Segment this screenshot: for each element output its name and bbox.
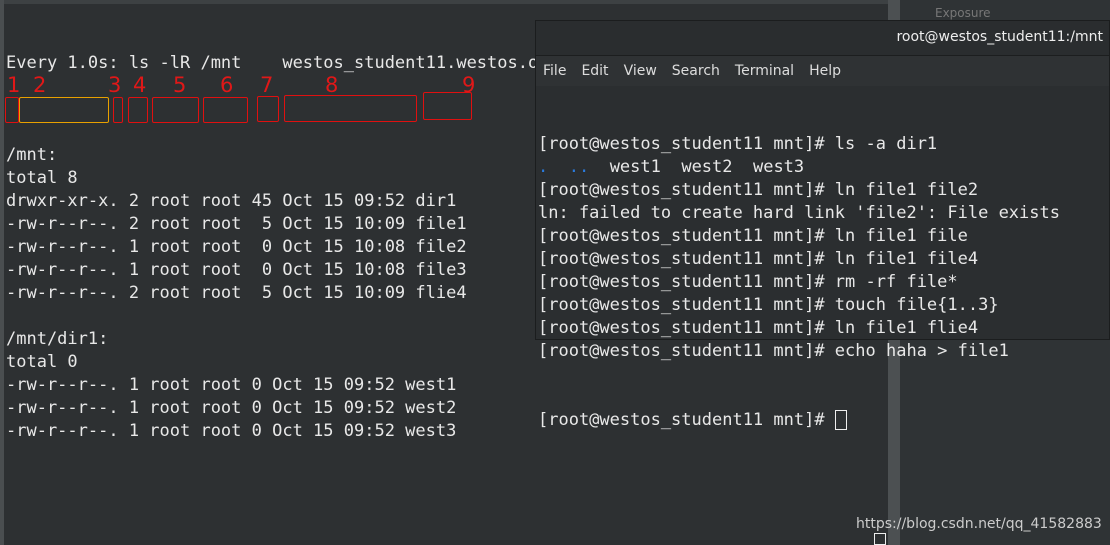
annotation-number: 7 xyxy=(260,73,274,97)
exposure-label: Exposure xyxy=(935,6,991,20)
annotation-number: 5 xyxy=(173,73,187,97)
annotation-number: 4 xyxy=(133,73,147,97)
terminal-line: [root@westos_student11 mnt]# echo haha >… xyxy=(538,341,1009,361)
annotation-number: 8 xyxy=(325,73,339,97)
file-entries: west1 west2 west3 xyxy=(589,157,805,177)
annotation-box-7 xyxy=(257,96,279,122)
annotation-box-5 xyxy=(152,97,199,123)
terminal-line: [root@westos_student11 mnt]# ls -a dir1 xyxy=(538,134,938,154)
terminal-window[interactable]: root@westos_student11:/mnt File Edit Vie… xyxy=(535,20,1110,430)
cursor-box xyxy=(874,533,886,545)
title-bar[interactable]: root@westos_student11:/mnt xyxy=(536,21,1109,56)
annotation-number: 6 xyxy=(220,73,234,97)
terminal-output[interactable]: [root@westos_student11 mnt]# ls -a dir1.… xyxy=(538,87,1060,478)
terminal-line: [root@westos_student11 mnt]# ln file1 fl… xyxy=(538,318,979,338)
terminal-line: [root@westos_student11 mnt]# ln file1 fi… xyxy=(538,180,979,200)
annotation-box-8 xyxy=(284,95,417,122)
terminal-line: [root@westos_student11 mnt]# ln file1 fi… xyxy=(538,249,979,269)
menu-edit[interactable]: Edit xyxy=(581,63,608,79)
dot-entry: . xyxy=(538,157,549,177)
menu-help[interactable]: Help xyxy=(809,63,841,79)
menu-search[interactable]: Search xyxy=(672,63,720,79)
cursor xyxy=(834,410,847,430)
prompt: [root@westos_student11 mnt]# xyxy=(538,410,835,430)
menu-bar: File Edit View Search Terminal Help xyxy=(536,56,1109,86)
annotation-number: 1 xyxy=(7,73,21,97)
annotation-number: 2 xyxy=(33,73,47,97)
menu-terminal[interactable]: Terminal xyxy=(735,63,794,79)
terminal-line: [root@westos_student11 mnt]# touch file{… xyxy=(538,295,999,315)
annotation-number: 3 xyxy=(108,73,122,97)
annotation-box-4 xyxy=(128,97,148,123)
ls-output: . .. west1 west2 west3 xyxy=(538,156,1060,179)
top-strip xyxy=(4,0,890,4)
dotdot-entry: .. xyxy=(568,157,590,177)
terminal-line: [root@westos_student11 mnt]# ln file1 fi… xyxy=(538,226,968,246)
annotation-box-3 xyxy=(113,97,123,123)
annotation-box-6 xyxy=(203,97,248,123)
annotation-box-2 xyxy=(19,97,109,123)
menu-file[interactable]: File xyxy=(543,63,566,79)
annotation-box-1 xyxy=(5,97,19,123)
terminal-line: [root@westos_student11 mnt]# rm -rf file… xyxy=(538,272,958,292)
annotation-number: 9 xyxy=(462,73,476,97)
prompt-line[interactable]: [root@westos_student11 mnt]# xyxy=(538,409,1060,432)
window-title: root@westos_student11:/mnt xyxy=(896,29,1103,45)
watermark: https://blog.csdn.net/qq_41582883 xyxy=(856,516,1102,532)
terminal-line: ln: failed to create hard link 'file2': … xyxy=(538,203,1060,223)
menu-view[interactable]: View xyxy=(624,63,657,79)
